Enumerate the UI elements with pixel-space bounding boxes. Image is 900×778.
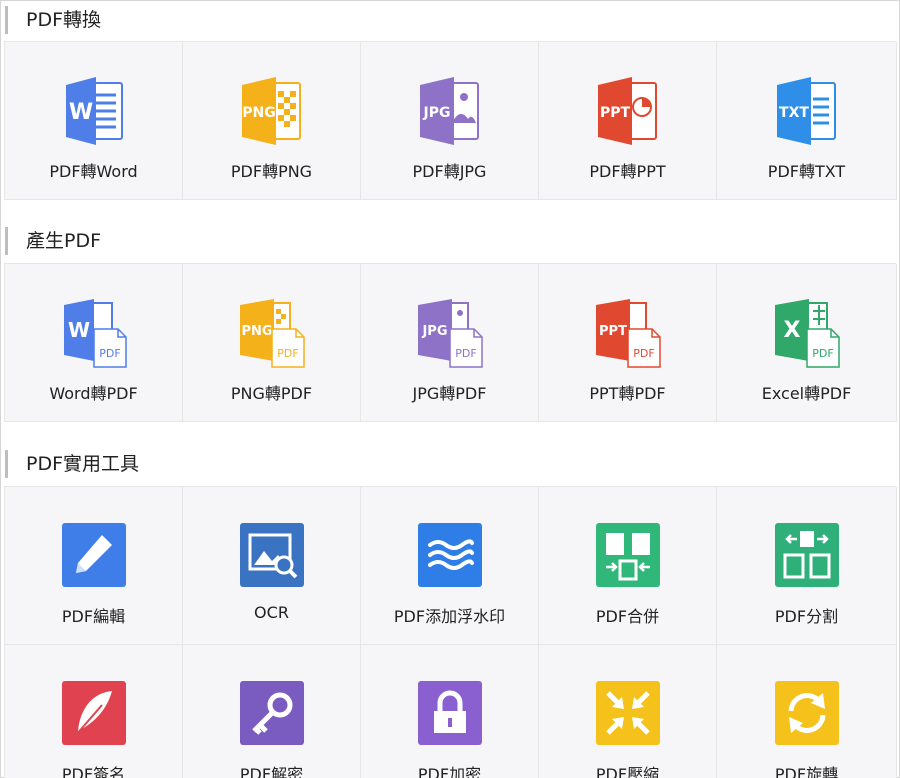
tool-pdf-decrypt[interactable]: PDF解密 — [183, 645, 361, 778]
ppt-file-icon: PPT — [588, 73, 668, 149]
svg-text:PDF: PDF — [99, 347, 120, 360]
pdf-tools-grid: PDF編輯 OCR PDF添加浮水印 PDF合併 PDF分割 PDF簽名 PDF… — [4, 486, 897, 778]
tool-pdf-sign[interactable]: PDF簽名 — [5, 645, 183, 778]
tool-pdf-encrypt[interactable]: PDF加密 — [361, 645, 539, 778]
tool-label: OCR — [254, 603, 289, 622]
svg-text:PDF: PDF — [633, 347, 654, 360]
tool-label: PDF轉PNG — [230, 162, 313, 181]
tool-label: Excel轉PDF — [761, 384, 852, 403]
tool-label: PDF簽名 — [61, 765, 126, 778]
tool-pdf-to-jpg[interactable]: JPG PDF轉JPG — [361, 42, 539, 200]
tool-pdf-merge[interactable]: PDF合併 — [539, 487, 717, 645]
excel-to-pdf-icon: X PDF — [767, 295, 847, 371]
tool-label: PDF編輯 — [61, 607, 126, 626]
tool-label: PPT轉PDF — [589, 384, 666, 403]
tool-label: PDF合併 — [595, 607, 660, 626]
txt-file-icon: TXT — [767, 73, 847, 149]
tool-label: PDF轉TXT — [767, 162, 846, 181]
ppt-to-pdf-icon: PPT PDF — [588, 295, 668, 371]
rotate-arrows-icon — [774, 681, 839, 745]
svg-text:PDF: PDF — [277, 347, 298, 360]
watermark-waves-icon — [417, 523, 482, 587]
tool-ppt-to-pdf[interactable]: PPT PDF PPT轉PDF — [539, 264, 717, 422]
tool-pdf-to-ppt[interactable]: PPT PDF轉PPT — [539, 42, 717, 200]
tool-pdf-to-word[interactable]: W PDF轉Word — [5, 42, 183, 200]
tool-jpg-to-pdf[interactable]: JPG PDF JPG轉PDF — [361, 264, 539, 422]
tool-label: PDF轉PPT — [589, 162, 666, 181]
svg-text:PNG: PNG — [242, 105, 275, 121]
split-pages-icon — [774, 523, 839, 587]
tool-pdf-split[interactable]: PDF分割 — [717, 487, 897, 645]
tool-label: PDF壓縮 — [595, 765, 660, 778]
svg-text:JPG: JPG — [421, 324, 447, 339]
svg-text:PPT: PPT — [599, 105, 630, 121]
tool-label: PDF加密 — [417, 765, 482, 778]
jpg-file-icon: JPG — [410, 73, 490, 149]
svg-text:JPG: JPG — [422, 105, 450, 121]
tool-label: PDF旋轉 — [774, 765, 839, 778]
tool-label: PDF分割 — [774, 607, 839, 626]
word-to-pdf-icon: W PDF — [54, 295, 134, 371]
svg-text:PDF: PDF — [455, 347, 476, 360]
svg-text:PNG: PNG — [241, 324, 272, 339]
svg-text:W: W — [68, 100, 92, 125]
tool-excel-to-pdf[interactable]: X PDF Excel轉PDF — [717, 264, 897, 422]
svg-text:PDF: PDF — [812, 347, 833, 360]
tool-png-to-pdf[interactable]: PNG PDF PNG轉PDF — [183, 264, 361, 422]
tool-label: PDF轉Word — [49, 162, 138, 181]
compress-arrows-icon — [595, 681, 660, 745]
section-title-create-pdf: 產生PDF — [5, 227, 101, 255]
section-title-pdf-convert: PDF轉換 — [5, 6, 101, 34]
png-to-pdf-icon: PNG PDF — [232, 295, 312, 371]
tool-pdf-compress[interactable]: PDF壓縮 — [539, 645, 717, 778]
tool-label: JPG轉PDF — [412, 384, 487, 403]
create-pdf-grid: W PDF Word轉PDF PNG PDF PNG轉PDF JPG PDF J… — [4, 263, 897, 422]
tool-pdf-rotate[interactable]: PDF旋轉 — [717, 645, 897, 778]
tool-ocr[interactable]: OCR — [183, 487, 361, 645]
lock-encrypt-icon — [417, 681, 482, 745]
feather-sign-icon — [61, 681, 126, 745]
png-file-icon: PNG — [232, 73, 312, 149]
jpg-to-pdf-icon: JPG PDF — [410, 295, 490, 371]
tool-word-to-pdf[interactable]: W PDF Word轉PDF — [5, 264, 183, 422]
app-frame: PDF轉換 W PDF轉Word PNG PDF轉PNG JPG PDF轉JPG… — [0, 0, 900, 778]
pencil-edit-icon — [61, 523, 126, 587]
key-decrypt-icon — [239, 681, 304, 745]
image-search-ocr-icon — [239, 523, 304, 587]
section-title-pdf-tools: PDF實用工具 — [5, 450, 139, 478]
svg-text:PPT: PPT — [599, 324, 627, 339]
svg-text:X: X — [783, 318, 800, 343]
pdf-convert-grid: W PDF轉Word PNG PDF轉PNG JPG PDF轉JPG PPT P… — [4, 41, 897, 200]
tool-pdf-to-png[interactable]: PNG PDF轉PNG — [183, 42, 361, 200]
svg-text:TXT: TXT — [779, 105, 809, 121]
tool-label: Word轉PDF — [49, 384, 138, 403]
tool-pdf-watermark[interactable]: PDF添加浮水印 — [361, 487, 539, 645]
tool-pdf-to-txt[interactable]: TXT PDF轉TXT — [717, 42, 897, 200]
tool-label: PNG轉PDF — [230, 384, 313, 403]
tool-pdf-edit[interactable]: PDF編輯 — [5, 487, 183, 645]
merge-pages-icon — [595, 523, 660, 587]
tool-label: PDF轉JPG — [412, 162, 487, 181]
svg-text:W: W — [67, 318, 89, 342]
tool-label: PDF添加浮水印 — [393, 607, 506, 626]
tool-label: PDF解密 — [239, 765, 304, 778]
word-file-icon: W — [54, 73, 134, 149]
